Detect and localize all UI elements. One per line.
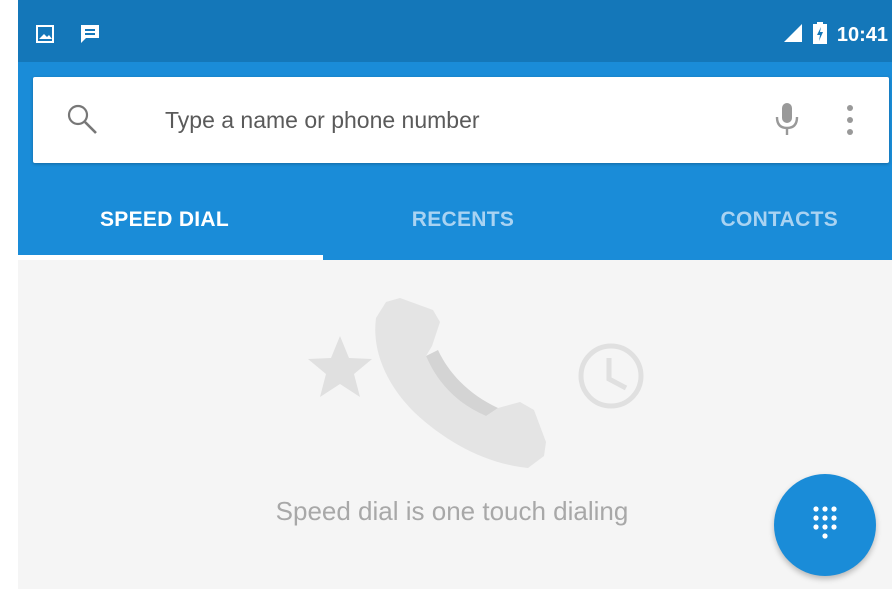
tab-contacts[interactable]: CONTACTS: [603, 180, 892, 260]
battery-charging-icon: [812, 22, 827, 49]
dialpad-icon: [812, 505, 838, 546]
tab-contacts-label: CONTACTS: [720, 208, 838, 231]
tab-recents[interactable]: RECENTS: [323, 180, 603, 260]
status-notifications: [36, 24, 100, 49]
tab-indicator: [18, 255, 323, 260]
dialpad-button[interactable]: [774, 474, 876, 576]
dialer-screen: 10:41 Type a name or phone number SPEED …: [18, 0, 892, 589]
microphone-icon[interactable]: [774, 101, 800, 144]
star-icon: [308, 336, 372, 397]
status-system: 10:41: [783, 22, 888, 49]
search-box[interactable]: [33, 77, 889, 163]
more-options-icon[interactable]: [845, 103, 855, 142]
empty-state-illustration: [288, 292, 658, 477]
image-notification-icon: [36, 25, 54, 48]
message-notification-icon: [80, 24, 100, 49]
phone-handset-icon: [375, 298, 546, 468]
empty-state-message: Speed dial is one touch dialing: [275, 496, 629, 526]
clock-icon: [578, 343, 644, 409]
search-input[interactable]: [165, 77, 745, 163]
search-icon[interactable]: [65, 102, 99, 141]
tab-bar: SPEED DIAL RECENTS CONTACTS: [18, 180, 892, 260]
status-time: 10:41: [836, 24, 888, 46]
status-bar: 10:41: [18, 0, 892, 62]
app-bar: SPEED DIAL RECENTS CONTACTS: [18, 62, 892, 260]
signal-icon: [783, 23, 803, 48]
tab-speed-dial[interactable]: SPEED DIAL: [18, 180, 323, 260]
tab-speed-dial-label: SPEED DIAL: [100, 208, 230, 231]
tab-recents-label: RECENTS: [411, 208, 515, 231]
